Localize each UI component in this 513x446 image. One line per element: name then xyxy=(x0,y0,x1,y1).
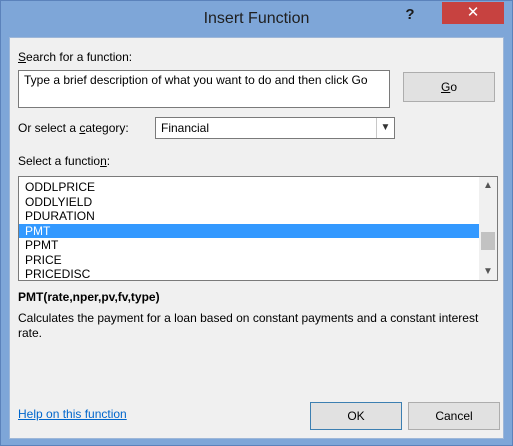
scroll-up-icon[interactable]: ▲ xyxy=(479,177,497,194)
function-list[interactable]: ODDLPRICE ODDLYIELD PDURATION PMT PPMT PRICE P… xyxy=(18,176,498,281)
title-bar[interactable]: Insert Function ? ✕ xyxy=(1,1,512,37)
go-rest: o xyxy=(450,80,458,94)
category-selected-value: Financial xyxy=(161,121,210,135)
window-title: Insert Function xyxy=(203,10,310,27)
search-label: Search for a function: xyxy=(18,50,132,64)
category-label-b: ategory: xyxy=(85,121,129,135)
dialog-body: Search for a function: Type a brief desc… xyxy=(9,37,504,439)
go-accel: G xyxy=(440,80,451,94)
function-list-label-a: Select a functio xyxy=(18,154,101,168)
close-icon[interactable]: ✕ xyxy=(442,2,504,24)
category-select[interactable]: Financial ▼ xyxy=(155,117,395,139)
function-list-label-b: : xyxy=(106,154,111,168)
function-list-items: ODDLPRICE ODDLYIELD PDURATION PMT PPMT PRICE P… xyxy=(19,180,479,280)
category-label: Or select a category: xyxy=(18,121,129,135)
function-description: Calculates the payment for a loan based … xyxy=(18,311,479,340)
chevron-down-icon[interactable]: ▼ xyxy=(376,118,394,138)
function-list-label: Select a function: xyxy=(18,154,110,168)
go-button[interactable]: Go xyxy=(403,72,495,102)
function-list-item[interactable]: PDURATION xyxy=(19,209,479,224)
cancel-button[interactable]: Cancel xyxy=(408,402,500,430)
function-list-item[interactable]: ODDLPRICE xyxy=(19,180,479,195)
category-label-a: Or select a xyxy=(18,121,80,135)
function-list-item[interactable]: ODDLYIELD xyxy=(19,195,479,210)
help-question-icon[interactable]: ? xyxy=(396,5,424,27)
search-label-accel: S xyxy=(18,50,27,64)
function-list-item[interactable]: PRICE xyxy=(19,253,479,268)
scroll-thumb[interactable] xyxy=(481,232,495,250)
function-list-scrollbar[interactable]: ▲ ▼ xyxy=(479,177,497,280)
function-list-item[interactable]: PPMT xyxy=(19,238,479,253)
scroll-down-icon[interactable]: ▼ xyxy=(479,263,497,280)
ok-button[interactable]: OK xyxy=(310,402,402,430)
function-list-label-accel: n xyxy=(100,154,107,168)
search-input[interactable]: Type a brief description of what you wan… xyxy=(18,70,390,108)
function-list-item[interactable]: PRICEDISC xyxy=(19,267,479,280)
search-label-rest: earch for a function: xyxy=(26,50,133,64)
insert-function-dialog: Insert Function ? ✕ Search for a functio… xyxy=(0,0,513,446)
function-list-item[interactable]: PMT xyxy=(19,223,479,238)
function-signature: PMT(rate,nper,pv,fv,type) xyxy=(18,290,160,304)
help-on-function-link[interactable]: Help on this function xyxy=(18,407,127,421)
